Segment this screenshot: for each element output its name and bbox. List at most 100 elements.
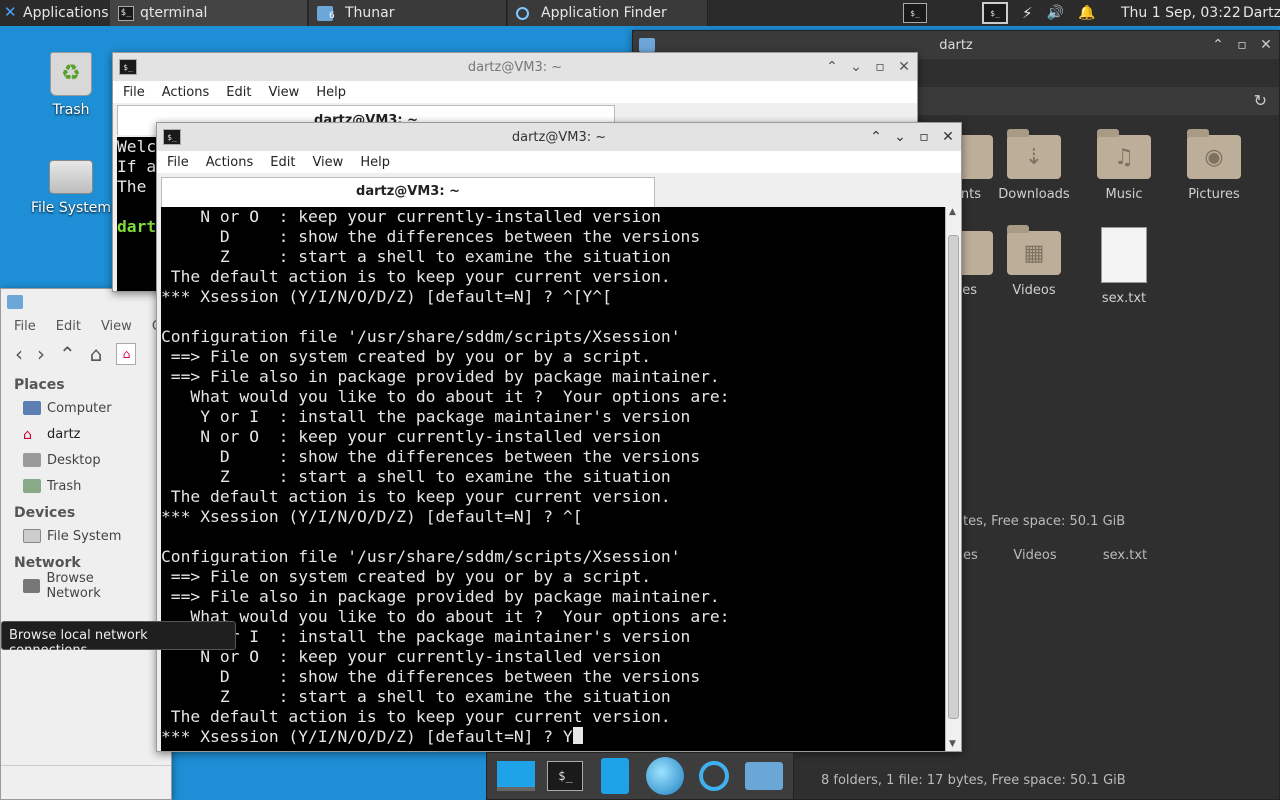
- desktop-icon-file-system[interactable]: File System: [26, 160, 116, 216]
- menu-view[interactable]: View: [312, 155, 343, 170]
- search-icon: [699, 761, 730, 791]
- statusbar-text: 8 folders, 1 file: 17 bytes, Free space:…: [821, 773, 1126, 788]
- sidebar-label: Browse Network: [46, 571, 101, 601]
- user-menu[interactable]: Dartz: [1243, 0, 1280, 26]
- terminal-icon: $_: [119, 59, 137, 75]
- terminal-line: ==> File on system created by you or by …: [161, 567, 652, 586]
- minimize-icon[interactable]: ⌄: [893, 129, 907, 145]
- menu-edit[interactable]: Edit: [226, 85, 251, 100]
- dock-terminal[interactable]: $_: [545, 756, 585, 796]
- minimize-icon[interactable]: ⌄: [849, 59, 863, 75]
- globe-icon: [645, 757, 684, 795]
- reload-icon[interactable]: ↻: [1254, 91, 1267, 110]
- tab-terminal[interactable]: dartz@VM3: ~: [161, 177, 655, 207]
- statusbar-text: tes, Free space: 50.1 GiB: [963, 514, 1126, 529]
- volume-icon[interactable]: 🔊: [1047, 5, 1064, 21]
- dock-web-browser[interactable]: [645, 756, 685, 796]
- menu-file[interactable]: File: [167, 155, 189, 170]
- sidebar-label: Computer: [47, 400, 112, 416]
- sidebar-item-desktop[interactable]: Desktop: [1, 447, 171, 473]
- sidebar-item-dartz[interactable]: ⌂ dartz: [1, 421, 171, 447]
- sidebar-label: dartz: [47, 426, 81, 442]
- close-icon[interactable]: ✕: [897, 59, 911, 75]
- titlebar[interactable]: $_ dartz@VM3: ~ ⌃ ⌄ ▫ ✕: [113, 53, 917, 81]
- shade-icon[interactable]: ⌃: [825, 59, 839, 75]
- back-icon[interactable]: ‹: [15, 342, 23, 366]
- terminal-line: Z : start a shell to examine the situati…: [161, 467, 671, 486]
- notification-bell-icon[interactable]: 🔔: [1078, 5, 1095, 21]
- folder-label: Pictures: [1188, 187, 1240, 202]
- task-label: Thunar: [345, 5, 395, 21]
- menu-view[interactable]: View: [101, 319, 132, 334]
- dock-file-manager[interactable]: [595, 756, 635, 796]
- drive-icon: [49, 160, 93, 194]
- close-icon[interactable]: ✕: [1259, 37, 1273, 53]
- menu-help[interactable]: Help: [360, 155, 390, 170]
- task-application-finder[interactable]: Application Finder: [508, 0, 708, 26]
- terminal-line: Y or I : install the package maintainer'…: [161, 627, 691, 646]
- terminal-window-front: $_ dartz@VM3: ~ ⌃ ⌄ ▫ ✕ File Actions Edi…: [156, 122, 962, 752]
- maximize-icon[interactable]: ▫: [1235, 37, 1249, 53]
- trash-icon: [50, 52, 92, 96]
- maximize-icon[interactable]: ▫: [917, 129, 931, 145]
- applications-label: Applications: [23, 5, 109, 21]
- desktop-icon: [23, 453, 41, 467]
- sidebar-item-file-system[interactable]: File System: [1, 523, 171, 549]
- folder-item-pictures[interactable]: ◉ Pictures: [1171, 129, 1257, 202]
- menu-file[interactable]: File: [14, 319, 36, 334]
- close-icon[interactable]: ✕: [941, 129, 955, 145]
- vertical-scrollbar[interactable]: ▲ ▼: [945, 207, 961, 751]
- home-icon[interactable]: ⌂: [90, 342, 103, 366]
- sidebar-item-computer[interactable]: Computer: [1, 395, 171, 421]
- folder-label: Music: [1105, 187, 1143, 202]
- tabbar: dartz@VM3: ~: [157, 173, 961, 207]
- list-row-label[interactable]: es: [963, 548, 978, 563]
- desktop-icon-trash[interactable]: Trash: [26, 52, 116, 118]
- menu-help[interactable]: Help: [316, 85, 346, 100]
- menu-actions[interactable]: Actions: [206, 155, 254, 170]
- folder-item-music[interactable]: ♫ Music: [1081, 129, 1167, 202]
- titlebar[interactable]: $_ dartz@VM3: ~ ⌃ ⌄ ▫ ✕: [157, 123, 961, 151]
- terminal-line: D : show the differences between the ver…: [161, 447, 701, 466]
- file-item-sex-txt[interactable]: sex.txt: [1081, 227, 1167, 306]
- task-qterminal[interactable]: $_ qterminal: [110, 0, 308, 26]
- terminal-line: D : show the differences between the ver…: [161, 227, 701, 246]
- scroll-down-icon[interactable]: ▼: [949, 739, 956, 749]
- window-title: dartz@VM3: ~: [467, 59, 563, 75]
- titlebar[interactable]: [1, 289, 171, 315]
- forward-icon[interactable]: ›: [37, 342, 45, 366]
- menu-file[interactable]: File: [123, 85, 145, 100]
- menu-edit[interactable]: Edit: [270, 155, 295, 170]
- list-row-label[interactable]: Videos: [1005, 548, 1065, 563]
- toolbar: ‹ › ⌃ ⌂ ⌂: [1, 337, 171, 371]
- window-title: dartz@VM3: ~: [511, 129, 607, 145]
- up-icon[interactable]: ⌃: [59, 342, 76, 366]
- menu-view[interactable]: View: [268, 85, 299, 100]
- menu-actions[interactable]: Actions: [162, 85, 210, 100]
- dock-app-finder[interactable]: [694, 756, 734, 796]
- dock-home-folder[interactable]: [744, 756, 784, 796]
- launcher-terminal[interactable]: $_: [903, 0, 927, 26]
- minimize-icon[interactable]: ⌃: [1211, 37, 1225, 53]
- workspace-switcher-icon[interactable]: $_: [982, 2, 1008, 24]
- folder-item-downloads[interactable]: ⇣ Downloads: [991, 129, 1077, 202]
- home-path-button[interactable]: ⌂: [116, 343, 137, 365]
- task-thunar[interactable]: 6 Thunar: [309, 0, 507, 26]
- menu-edit[interactable]: Edit: [56, 319, 81, 334]
- terminal-output[interactable]: N or O : keep your currently-installed v…: [161, 207, 945, 751]
- list-row-label[interactable]: sex.txt: [1095, 548, 1155, 563]
- terminal-line: The default action is to keep your curre…: [161, 487, 671, 506]
- network-icon[interactable]: ⚡: [1022, 4, 1033, 22]
- folder-item-videos[interactable]: ▦ Videos: [991, 225, 1077, 298]
- maximize-icon[interactable]: ▫: [873, 59, 887, 75]
- sidebar-item-browse-network[interactable]: Browse Network: [1, 571, 171, 601]
- scroll-up-icon[interactable]: ▲: [949, 207, 956, 217]
- scrollbar-thumb[interactable]: [948, 235, 959, 719]
- folder-icon: [745, 762, 784, 790]
- sidebar-item-trash[interactable]: Trash: [1, 473, 171, 499]
- shade-icon[interactable]: ⌃: [869, 129, 883, 145]
- dock-show-desktop[interactable]: [496, 756, 536, 796]
- clock[interactable]: Thu 1 Sep, 03:22: [1121, 0, 1241, 26]
